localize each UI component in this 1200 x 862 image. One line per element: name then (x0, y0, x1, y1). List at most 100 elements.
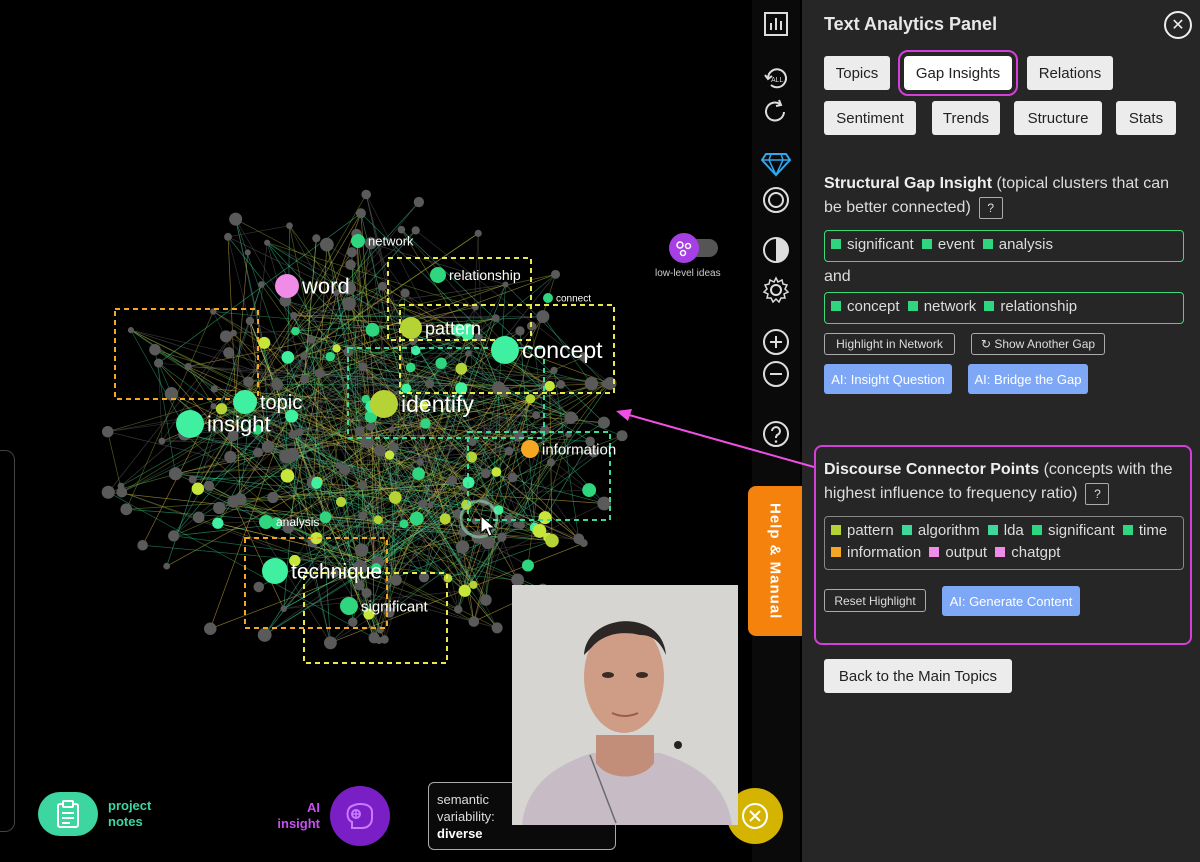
graph-node (550, 269, 561, 279)
graph-node (291, 326, 300, 336)
graph-node-identify (370, 390, 398, 418)
graph-node (556, 380, 566, 389)
ai-insight-question-button[interactable]: AI: Insight Question (824, 364, 952, 394)
graph-node (469, 580, 478, 589)
graph-node (342, 297, 356, 311)
graph-label-connect: connect (556, 294, 591, 305)
cluster-2-item: network (907, 298, 976, 315)
chart-icon[interactable] (760, 8, 792, 40)
help-manual-label: Help & Manual (766, 502, 784, 620)
tab-relations[interactable]: Relations (1027, 56, 1113, 90)
graph-node (455, 362, 468, 375)
tab-gap-insights[interactable]: Gap Insights (898, 50, 1018, 96)
graph-edge (130, 329, 229, 354)
reset-all-icon[interactable]: ALL (760, 62, 792, 94)
graph-label-word: word (301, 274, 350, 299)
graph-node (258, 281, 265, 288)
graph-node (188, 475, 197, 484)
highlight-in-network-button[interactable]: Highlight in Network (824, 333, 955, 355)
graph-node (229, 212, 243, 226)
gear-icon[interactable] (760, 274, 792, 306)
graph-node (354, 543, 369, 557)
graph-node (468, 437, 477, 447)
graph-node (538, 511, 552, 525)
graph-node (420, 418, 431, 429)
graph-node (163, 562, 171, 570)
graph-node (497, 532, 507, 542)
graph-node (378, 281, 387, 291)
show-another-gap-button[interactable]: ↻ Show Another Gap (971, 333, 1105, 355)
graph-node (416, 458, 424, 466)
graph-node (154, 358, 164, 368)
close-icon[interactable]: ✕ (1164, 11, 1192, 39)
graph-node (435, 357, 447, 369)
graph-node (101, 485, 115, 499)
graph-label-relationship: relationship (449, 267, 521, 283)
ai-bridge-gap-button[interactable]: AI: Bridge the Gap (968, 364, 1088, 394)
graph-edge (266, 242, 545, 387)
semantic-variability-label: semantic variability: (437, 792, 495, 824)
graph-node (261, 440, 275, 453)
diamond-icon[interactable] (760, 148, 792, 180)
graph-node (244, 249, 251, 256)
project-notes-button[interactable] (38, 792, 98, 836)
help-manual-tab[interactable]: Help & Manual (748, 486, 802, 636)
tab-trends[interactable]: Trends (932, 101, 1000, 135)
zoom-out-icon[interactable] (760, 358, 792, 390)
graph-node (311, 477, 323, 489)
graph-node (447, 475, 458, 486)
graph-node (361, 587, 372, 599)
graph-node (507, 472, 518, 483)
graph-node (257, 627, 272, 642)
graph-node (471, 517, 479, 525)
graph-node (390, 574, 402, 586)
graph-node (335, 496, 347, 507)
graph-node (280, 468, 295, 483)
graph-node (210, 403, 217, 410)
structural-gap-heading: Structural Gap Insight (topical clusters… (824, 172, 1184, 220)
graph-node (191, 482, 205, 495)
graph-edge (107, 369, 555, 433)
graph-node (368, 632, 380, 644)
graph-node (550, 366, 558, 374)
graph-node-network (351, 234, 365, 248)
graph-label-network: network (368, 234, 414, 249)
graph-node (454, 605, 463, 614)
zoom-in-icon[interactable] (760, 326, 792, 358)
target-icon[interactable] (760, 184, 792, 216)
graph-node (335, 462, 342, 469)
graph-node (399, 519, 409, 529)
graph-node (285, 447, 300, 462)
cluster-2-item: relationship (984, 298, 1077, 315)
cluster-1-item: significant (831, 236, 914, 253)
cluster-1-item: analysis (982, 236, 1053, 253)
graph-node-insight (176, 410, 204, 438)
structural-gap-help-button[interactable]: ? (978, 196, 1003, 219)
graph-node (253, 447, 263, 458)
graph-node-technique (262, 558, 288, 584)
back-to-main-topics-button[interactable]: Back to the Main Topics (824, 659, 1012, 693)
contrast-icon[interactable] (760, 234, 792, 266)
gap-cluster-1[interactable]: significant event analysis (824, 230, 1184, 262)
panel-title: Text Analytics Panel (824, 14, 998, 34)
graph-node (323, 636, 337, 650)
graph-node-connect (543, 293, 553, 303)
tab-structure[interactable]: Structure (1014, 101, 1102, 135)
graph-node (314, 368, 325, 379)
graph-node (405, 362, 416, 373)
graph-node-significant (340, 597, 358, 615)
graph-node (601, 380, 610, 388)
gap-cluster-2[interactable]: concept network relationship (824, 292, 1184, 324)
tab-sentiment[interactable]: Sentiment (824, 101, 916, 135)
graph-node (192, 511, 205, 524)
graph-node (332, 344, 341, 353)
semantic-variability-value: diverse (437, 826, 483, 841)
tab-topics[interactable]: Topics (824, 56, 890, 90)
refresh-icon[interactable] (760, 96, 792, 128)
low-level-ideas-toggle[interactable] (668, 232, 720, 269)
graph-node (267, 491, 279, 504)
ai-insight-button[interactable] (330, 786, 390, 846)
project-notes-label: project notes (108, 798, 152, 829)
tab-stats[interactable]: Stats (1116, 101, 1176, 135)
graph-node (258, 336, 271, 349)
